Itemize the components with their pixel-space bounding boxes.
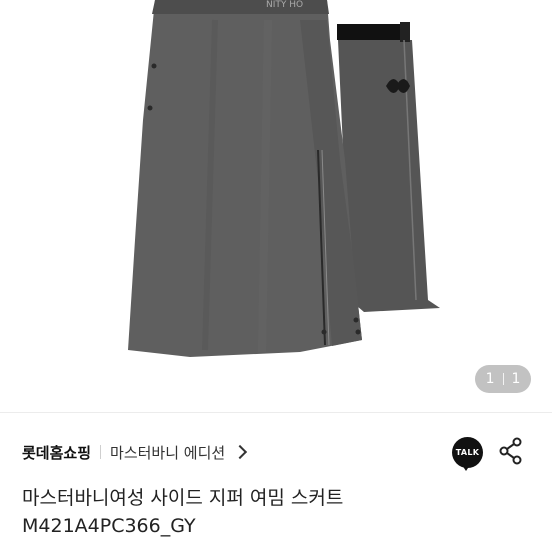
image-counter-divider bbox=[502, 373, 504, 385]
share-icon bbox=[499, 437, 522, 465]
share-button[interactable] bbox=[498, 436, 524, 470]
seller-brand-row[interactable]: 롯데홈쇼핑 마스터바니 에디션 bbox=[22, 438, 248, 466]
image-counter: 1 1 bbox=[475, 365, 531, 393]
product-image-gallery[interactable]: NITY HO 1 1 bbox=[0, 0, 552, 412]
talk-icon-label: TALK bbox=[455, 448, 480, 457]
seller-name[interactable]: 롯데홈쇼핑 bbox=[22, 442, 91, 463]
kakao-talk-button[interactable]: TALK bbox=[452, 437, 483, 471]
product-title-name: 마스터바니여성 사이드 지퍼 여밈 스커트 bbox=[22, 487, 344, 509]
image-counter-current: 1 bbox=[485, 371, 495, 387]
product-title-code: M421A4PC366_GY bbox=[22, 515, 196, 537]
product-title: 마스터바니여성 사이드 지퍼 여밈 스커트 M421A4PC366_GY bbox=[22, 484, 522, 540]
image-counter-total: 1 bbox=[511, 371, 521, 387]
product-image: NITY HO bbox=[128, 0, 440, 357]
chevron-right-icon[interactable] bbox=[233, 444, 248, 460]
section-divider bbox=[0, 412, 552, 413]
brand-link[interactable]: 마스터바니 에디션 bbox=[110, 442, 225, 463]
seller-brand-divider bbox=[100, 445, 102, 459]
svg-text:NITY HO: NITY HO bbox=[266, 0, 303, 10]
